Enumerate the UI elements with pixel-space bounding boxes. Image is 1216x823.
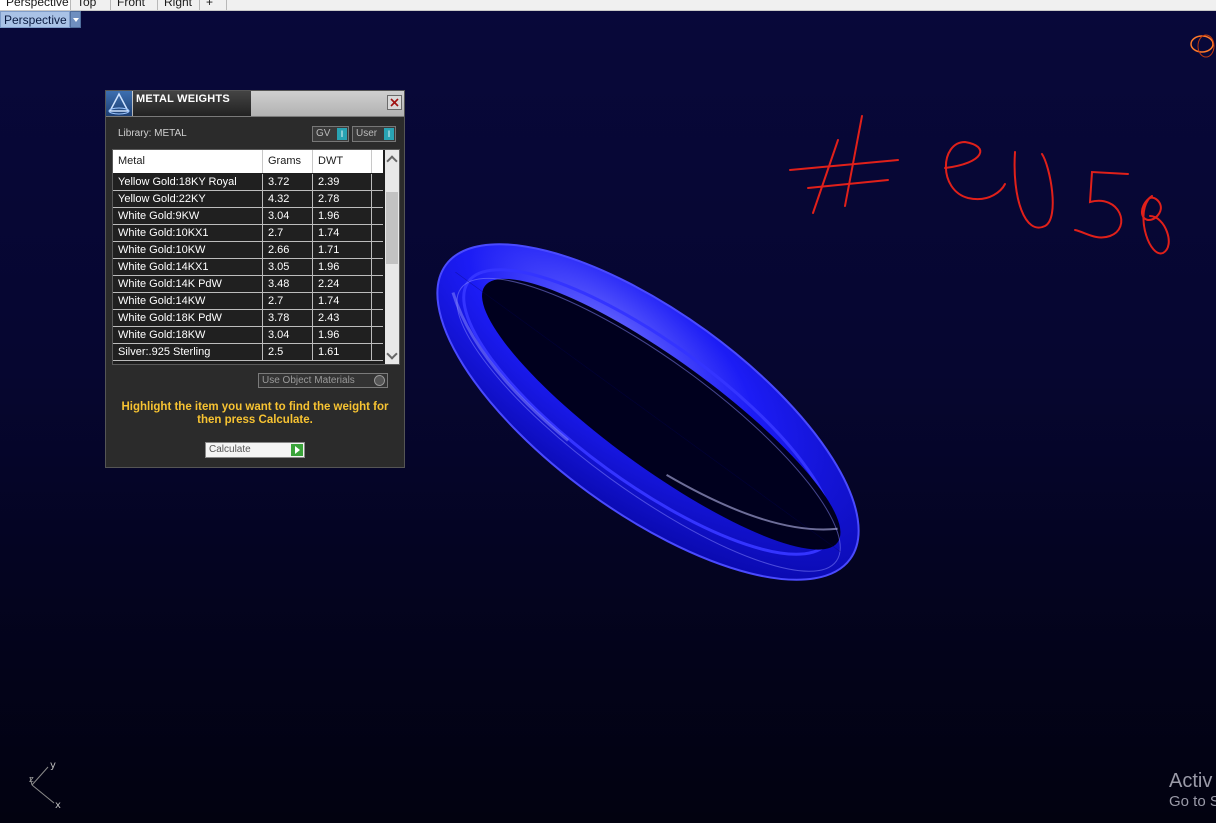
- calculate-label: Calculate: [209, 444, 251, 455]
- metal-weights-panel: METAL WEIGHTS Library: METAL GV I User I…: [105, 90, 405, 468]
- gv-toggle-switch: I: [337, 128, 347, 140]
- cell-metal: White Gold:14K PdW: [113, 276, 263, 292]
- cell-grams: 3.72: [263, 174, 313, 190]
- cell-grams: 2.7: [263, 293, 313, 309]
- calculate-button[interactable]: Calculate: [205, 442, 305, 458]
- scroll-up-icon[interactable]: [385, 152, 399, 166]
- cell-dwt: 1.96: [313, 259, 372, 275]
- gv-toggle-label: GV: [316, 128, 331, 139]
- navigation-widget-icon[interactable]: [1188, 30, 1216, 66]
- table-row[interactable]: Yellow Gold:22KY 4.32 2.78: [113, 191, 383, 208]
- gv-toggle[interactable]: GV I: [312, 126, 349, 142]
- column-header-grams[interactable]: Grams: [263, 150, 313, 173]
- cell-dwt: 1.96: [313, 208, 372, 224]
- cell-dwt: 1.96: [313, 327, 372, 343]
- instruction-text: Highlight the item you want to find the …: [121, 401, 389, 426]
- scroll-down-icon[interactable]: [385, 348, 399, 362]
- table-row[interactable]: White Gold:10KX1 2.7 1.74: [113, 225, 383, 242]
- cell-grams: 3.04: [263, 327, 313, 343]
- cell-metal: White Gold:14KX1: [113, 259, 263, 275]
- cell-grams: 3.48: [263, 276, 313, 292]
- cell-dwt: 1.74: [313, 293, 372, 309]
- panel-title: METAL WEIGHTS: [133, 91, 251, 116]
- table-row[interactable]: White Gold:14KW 2.7 1.74: [113, 293, 383, 310]
- play-arrow-icon: [291, 444, 303, 456]
- cell-metal: Silver:.925 Sterling: [113, 344, 263, 360]
- column-header-dwt[interactable]: DWT: [313, 150, 372, 173]
- cell-dwt: 2.43: [313, 310, 372, 326]
- axis-z-label: z: [29, 775, 34, 785]
- metal-table: Metal Grams DWT Yellow Gold:18KY Royal 3.…: [112, 149, 400, 365]
- cell-dwt: 1.74: [313, 225, 372, 241]
- use-object-materials-label: Use Object Materials: [262, 375, 355, 386]
- table-scrollbar[interactable]: [385, 150, 399, 364]
- watermark-line2: Go to S: [1169, 793, 1216, 810]
- watermark-line1: Activ: [1169, 770, 1213, 792]
- table-row[interactable]: White Gold:10KW 2.66 1.71: [113, 242, 383, 259]
- cell-grams: 3.05: [263, 259, 313, 275]
- close-icon: [390, 98, 399, 107]
- table-body: Yellow Gold:18KY Royal 3.72 2.39 Yellow Go…: [113, 174, 383, 361]
- tab-front[interactable]: Front: [111, 0, 158, 10]
- table-row[interactable]: White Gold:18KW 3.04 1.96: [113, 327, 383, 344]
- cell-grams: 2.5: [263, 344, 313, 360]
- table-row[interactable]: White Gold:18K PdW 3.78 2.43: [113, 310, 383, 327]
- cell-grams: 2.66: [263, 242, 313, 258]
- cell-dwt: 2.24: [313, 276, 372, 292]
- cell-grams: 3.78: [263, 310, 313, 326]
- table-row[interactable]: White Gold:9KW 3.04 1.96: [113, 208, 383, 225]
- cell-metal: White Gold:10KW: [113, 242, 263, 258]
- app-logo-icon: [106, 91, 132, 116]
- user-toggle[interactable]: User I: [352, 126, 396, 142]
- viewport-title[interactable]: Perspective: [0, 11, 70, 28]
- cell-metal: White Gold:14KW: [113, 293, 263, 309]
- panel-header[interactable]: METAL WEIGHTS: [106, 91, 404, 117]
- scroll-thumb[interactable]: [386, 192, 398, 264]
- axis-x-label: x: [55, 800, 61, 811]
- cell-dwt: 2.39: [313, 174, 372, 190]
- cell-grams: 3.04: [263, 208, 313, 224]
- library-label: Library: METAL: [118, 128, 187, 139]
- cell-metal: Yellow Gold:22KY: [113, 191, 263, 207]
- table-row[interactable]: Yellow Gold:18KY Royal 3.72 2.39: [113, 174, 383, 191]
- viewport-tab-strip: Perspective Top Front Right +: [0, 0, 1216, 11]
- close-button[interactable]: [387, 95, 402, 110]
- cell-dwt: 1.71: [313, 242, 372, 258]
- radio-indicator-icon: [374, 375, 385, 386]
- annotation-drawing: [789, 115, 1170, 255]
- table-row[interactable]: White Gold:14KX1 3.05 1.96: [113, 259, 383, 276]
- activation-watermark: Activ Go to S: [1169, 770, 1216, 812]
- cell-metal: Yellow Gold:18KY Royal: [113, 174, 263, 190]
- user-toggle-switch: I: [384, 128, 394, 140]
- tab-right[interactable]: Right: [158, 0, 200, 10]
- user-toggle-label: User: [356, 128, 378, 139]
- cell-metal: White Gold:18KW: [113, 327, 263, 343]
- axis-triad-icon: y x z: [29, 760, 61, 811]
- table-row[interactable]: Silver:.925 Sterling 2.5 1.61: [113, 344, 383, 361]
- column-header-metal[interactable]: Metal: [113, 150, 263, 173]
- cell-dwt: 1.61: [313, 344, 372, 360]
- axis-y-label: y: [50, 760, 56, 771]
- tab-top[interactable]: Top: [71, 0, 111, 10]
- cell-metal: White Gold:9KW: [113, 208, 263, 224]
- add-viewport-tab[interactable]: +: [200, 0, 227, 10]
- viewport-menu-button[interactable]: [70, 11, 81, 28]
- cell-grams: 2.7: [263, 225, 313, 241]
- cell-metal: White Gold:18K PdW: [113, 310, 263, 326]
- table-row[interactable]: White Gold:14K PdW 3.48 2.24: [113, 276, 383, 293]
- cell-dwt: 2.78: [313, 191, 372, 207]
- tab-perspective[interactable]: Perspective: [0, 0, 71, 10]
- table-header: Metal Grams DWT: [113, 150, 383, 173]
- cell-metal: White Gold:10KX1: [113, 225, 263, 241]
- use-object-materials-toggle[interactable]: Use Object Materials: [258, 373, 388, 388]
- cell-grams: 4.32: [263, 191, 313, 207]
